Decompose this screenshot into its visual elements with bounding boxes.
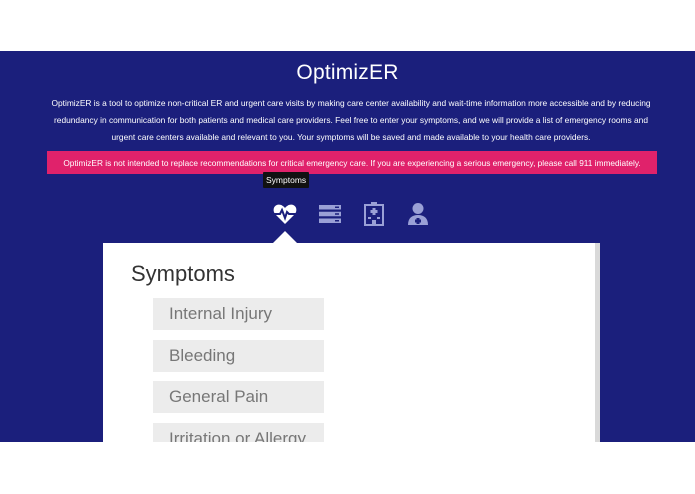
- tab-listings[interactable]: [317, 201, 343, 227]
- tab-doctors[interactable]: [405, 201, 431, 227]
- emergency-warning-banner: OptimizER is not intended to replace rec…: [47, 151, 657, 174]
- server-list-icon: [319, 205, 341, 223]
- panel-title: Symptoms: [131, 261, 235, 286]
- doctor-icon: [408, 203, 428, 225]
- app-description: OptimizER is a tool to optimize non-crit…: [51, 98, 651, 142]
- page-title: OptimizER: [296, 61, 399, 84]
- hero-section: OptimizER OptimizER is a tool to optimiz…: [0, 51, 695, 442]
- symptom-bleeding[interactable]: Bleeding: [153, 339, 324, 372]
- nav-tooltip: Symptoms: [263, 172, 310, 188]
- hospital-icon: [364, 202, 384, 226]
- heartbeat-icon: [273, 204, 297, 224]
- tab-symptoms[interactable]: [272, 201, 298, 227]
- section-nav: [0, 201, 695, 231]
- symptom-irritation-allergy[interactable]: Irritation or Allergy: [153, 422, 324, 442]
- symptom-list: Internal Injury Bleeding General Pain Ir…: [153, 298, 324, 442]
- symptom-internal-injury[interactable]: Internal Injury: [153, 298, 324, 330]
- tab-hospitals[interactable]: [361, 201, 387, 227]
- active-tab-indicator: [273, 231, 297, 243]
- symptom-general-pain[interactable]: General Pain: [153, 381, 324, 413]
- symptoms-panel: Symptoms Internal Injury Bleeding Genera…: [103, 243, 600, 442]
